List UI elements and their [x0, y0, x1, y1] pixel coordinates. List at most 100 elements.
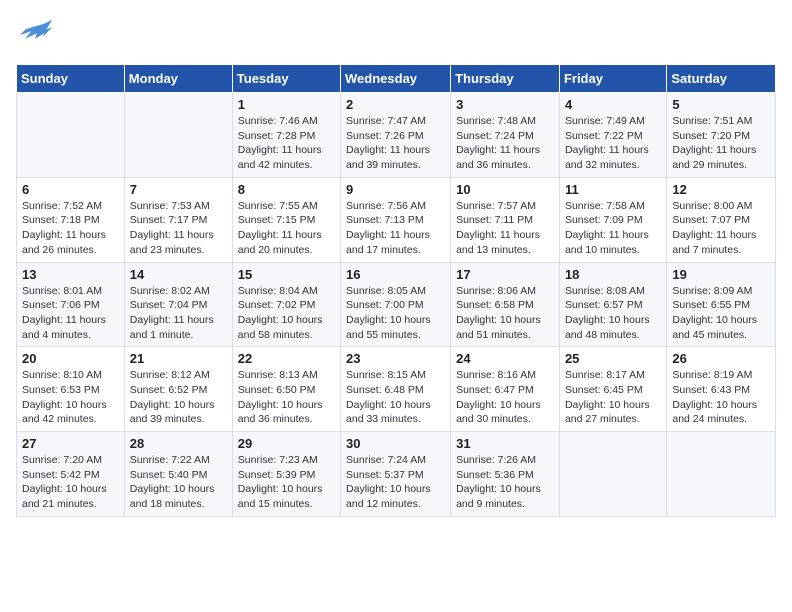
day-number: 27: [22, 436, 119, 451]
day-info: Sunrise: 7:55 AM Sunset: 7:15 PM Dayligh…: [238, 199, 335, 258]
day-number: 11: [565, 182, 661, 197]
calendar-header-row: SundayMondayTuesdayWednesdayThursdayFrid…: [17, 65, 776, 93]
calendar-week-row: 13 Sunrise: 8:01 AM Sunset: 7:06 PM Dayli…: [17, 262, 776, 347]
day-header-saturday: Saturday: [667, 65, 776, 93]
day-info: Sunrise: 7:53 AM Sunset: 7:17 PM Dayligh…: [130, 199, 227, 258]
day-number: 19: [672, 267, 770, 282]
calendar-cell: 11 Sunrise: 7:58 AM Sunset: 7:09 PM Dayli…: [559, 177, 666, 262]
day-number: 16: [346, 267, 445, 282]
calendar-cell: 4 Sunrise: 7:49 AM Sunset: 7:22 PM Daylig…: [559, 93, 666, 178]
calendar-week-row: 1 Sunrise: 7:46 AM Sunset: 7:28 PM Daylig…: [17, 93, 776, 178]
day-info: Sunrise: 8:15 AM Sunset: 6:48 PM Dayligh…: [346, 368, 445, 427]
day-info: Sunrise: 8:12 AM Sunset: 6:52 PM Dayligh…: [130, 368, 227, 427]
day-number: 5: [672, 97, 770, 112]
calendar-cell: 5 Sunrise: 7:51 AM Sunset: 7:20 PM Daylig…: [667, 93, 776, 178]
calendar-cell: [124, 93, 232, 178]
calendar-cell: 6Sunrise: 7:52 AM Sunset: 7:18 PM Daylig…: [17, 177, 125, 262]
day-number: 9: [346, 182, 445, 197]
calendar-cell: 24 Sunrise: 8:16 AM Sunset: 6:47 PM Dayli…: [451, 347, 560, 432]
day-header-monday: Monday: [124, 65, 232, 93]
day-info: Sunrise: 7:49 AM Sunset: 7:22 PM Dayligh…: [565, 114, 661, 173]
calendar-cell: 15Sunrise: 8:04 AM Sunset: 7:02 PM Dayli…: [232, 262, 340, 347]
day-info: Sunrise: 8:19 AM Sunset: 6:43 PM Dayligh…: [672, 368, 770, 427]
calendar-cell: 12Sunrise: 8:00 AM Sunset: 7:07 PM Dayli…: [667, 177, 776, 262]
day-info: Sunrise: 8:17 AM Sunset: 6:45 PM Dayligh…: [565, 368, 661, 427]
calendar-cell: 21 Sunrise: 8:12 AM Sunset: 6:52 PM Dayli…: [124, 347, 232, 432]
day-number: 24: [456, 351, 554, 366]
day-info: Sunrise: 8:13 AM Sunset: 6:50 PM Dayligh…: [238, 368, 335, 427]
day-number: 15: [238, 267, 335, 282]
day-number: 21: [130, 351, 227, 366]
calendar-cell: 19 Sunrise: 8:09 AM Sunset: 6:55 PM Dayli…: [667, 262, 776, 347]
day-info: Sunrise: 8:01 AM Sunset: 7:06 PM Dayligh…: [22, 284, 119, 343]
day-number: 17: [456, 267, 554, 282]
day-info: Sunrise: 8:08 AM Sunset: 6:57 PM Dayligh…: [565, 284, 661, 343]
calendar-cell: [17, 93, 125, 178]
day-number: 20: [22, 351, 119, 366]
calendar-table: SundayMondayTuesdayWednesdayThursdayFrid…: [16, 64, 776, 517]
day-number: 26: [672, 351, 770, 366]
calendar-cell: 1 Sunrise: 7:46 AM Sunset: 7:28 PM Daylig…: [232, 93, 340, 178]
logo: [16, 16, 58, 54]
calendar-cell: 23 Sunrise: 8:15 AM Sunset: 6:48 PM Dayli…: [341, 347, 451, 432]
calendar-cell: 18 Sunrise: 8:08 AM Sunset: 6:57 PM Dayli…: [559, 262, 666, 347]
day-info: Sunrise: 8:02 AM Sunset: 7:04 PM Dayligh…: [130, 284, 227, 343]
day-info: Sunrise: 7:57 AM Sunset: 7:11 PM Dayligh…: [456, 199, 554, 258]
day-number: 3: [456, 97, 554, 112]
calendar-cell: 17 Sunrise: 8:06 AM Sunset: 6:58 PM Dayli…: [451, 262, 560, 347]
calendar-cell: [667, 432, 776, 517]
day-info: Sunrise: 8:06 AM Sunset: 6:58 PM Dayligh…: [456, 284, 554, 343]
day-number: 31: [456, 436, 554, 451]
day-info: Sunrise: 8:09 AM Sunset: 6:55 PM Dayligh…: [672, 284, 770, 343]
calendar-cell: 14 Sunrise: 8:02 AM Sunset: 7:04 PM Dayli…: [124, 262, 232, 347]
day-info: Sunrise: 8:05 AM Sunset: 7:00 PM Dayligh…: [346, 284, 445, 343]
day-number: 13: [22, 267, 119, 282]
day-number: 12: [672, 182, 770, 197]
calendar-cell: 16 Sunrise: 8:05 AM Sunset: 7:00 PM Dayli…: [341, 262, 451, 347]
day-info: Sunrise: 7:26 AM Sunset: 5:36 PM Dayligh…: [456, 453, 554, 512]
calendar-cell: 20 Sunrise: 8:10 AM Sunset: 6:53 PM Dayli…: [17, 347, 125, 432]
calendar-cell: 28 Sunrise: 7:22 AM Sunset: 5:40 PM Dayli…: [124, 432, 232, 517]
day-number: 29: [238, 436, 335, 451]
day-header-wednesday: Wednesday: [341, 65, 451, 93]
day-number: 14: [130, 267, 227, 282]
day-number: 23: [346, 351, 445, 366]
calendar-cell: 26 Sunrise: 8:19 AM Sunset: 6:43 PM Dayli…: [667, 347, 776, 432]
day-number: 25: [565, 351, 661, 366]
day-number: 4: [565, 97, 661, 112]
calendar-cell: 10 Sunrise: 7:57 AM Sunset: 7:11 PM Dayli…: [451, 177, 560, 262]
calendar-cell: 22Sunrise: 8:13 AM Sunset: 6:50 PM Dayli…: [232, 347, 340, 432]
calendar-cell: 30Sunrise: 7:24 AM Sunset: 5:37 PM Dayli…: [341, 432, 451, 517]
day-info: Sunrise: 8:10 AM Sunset: 6:53 PM Dayligh…: [22, 368, 119, 427]
day-number: 8: [238, 182, 335, 197]
calendar-cell: 13 Sunrise: 8:01 AM Sunset: 7:06 PM Dayli…: [17, 262, 125, 347]
day-info: Sunrise: 7:51 AM Sunset: 7:20 PM Dayligh…: [672, 114, 770, 173]
day-number: 28: [130, 436, 227, 451]
calendar-cell: 3Sunrise: 7:48 AM Sunset: 7:24 PM Daylig…: [451, 93, 560, 178]
calendar-cell: [559, 432, 666, 517]
day-number: 30: [346, 436, 445, 451]
calendar-cell: 8 Sunrise: 7:55 AM Sunset: 7:15 PM Daylig…: [232, 177, 340, 262]
day-number: 1: [238, 97, 335, 112]
calendar-week-row: 20 Sunrise: 8:10 AM Sunset: 6:53 PM Dayli…: [17, 347, 776, 432]
logo-icon: [16, 16, 54, 54]
day-header-sunday: Sunday: [17, 65, 125, 93]
calendar-cell: 2Sunrise: 7:47 AM Sunset: 7:26 PM Daylig…: [341, 93, 451, 178]
day-info: Sunrise: 7:20 AM Sunset: 5:42 PM Dayligh…: [22, 453, 119, 512]
day-info: Sunrise: 7:58 AM Sunset: 7:09 PM Dayligh…: [565, 199, 661, 258]
day-number: 6: [22, 182, 119, 197]
day-number: 18: [565, 267, 661, 282]
day-number: 10: [456, 182, 554, 197]
day-info: Sunrise: 7:46 AM Sunset: 7:28 PM Dayligh…: [238, 114, 335, 173]
calendar-cell: 25 Sunrise: 8:17 AM Sunset: 6:45 PM Dayli…: [559, 347, 666, 432]
day-info: Sunrise: 8:16 AM Sunset: 6:47 PM Dayligh…: [456, 368, 554, 427]
page-header: [16, 16, 776, 54]
calendar-cell: 31 Sunrise: 7:26 AM Sunset: 5:36 PM Dayli…: [451, 432, 560, 517]
day-info: Sunrise: 7:22 AM Sunset: 5:40 PM Dayligh…: [130, 453, 227, 512]
day-info: Sunrise: 7:23 AM Sunset: 5:39 PM Dayligh…: [238, 453, 335, 512]
calendar-cell: 7Sunrise: 7:53 AM Sunset: 7:17 PM Daylig…: [124, 177, 232, 262]
day-header-thursday: Thursday: [451, 65, 560, 93]
day-header-tuesday: Tuesday: [232, 65, 340, 93]
calendar-cell: 9Sunrise: 7:56 AM Sunset: 7:13 PM Daylig…: [341, 177, 451, 262]
calendar-cell: 29 Sunrise: 7:23 AM Sunset: 5:39 PM Dayli…: [232, 432, 340, 517]
